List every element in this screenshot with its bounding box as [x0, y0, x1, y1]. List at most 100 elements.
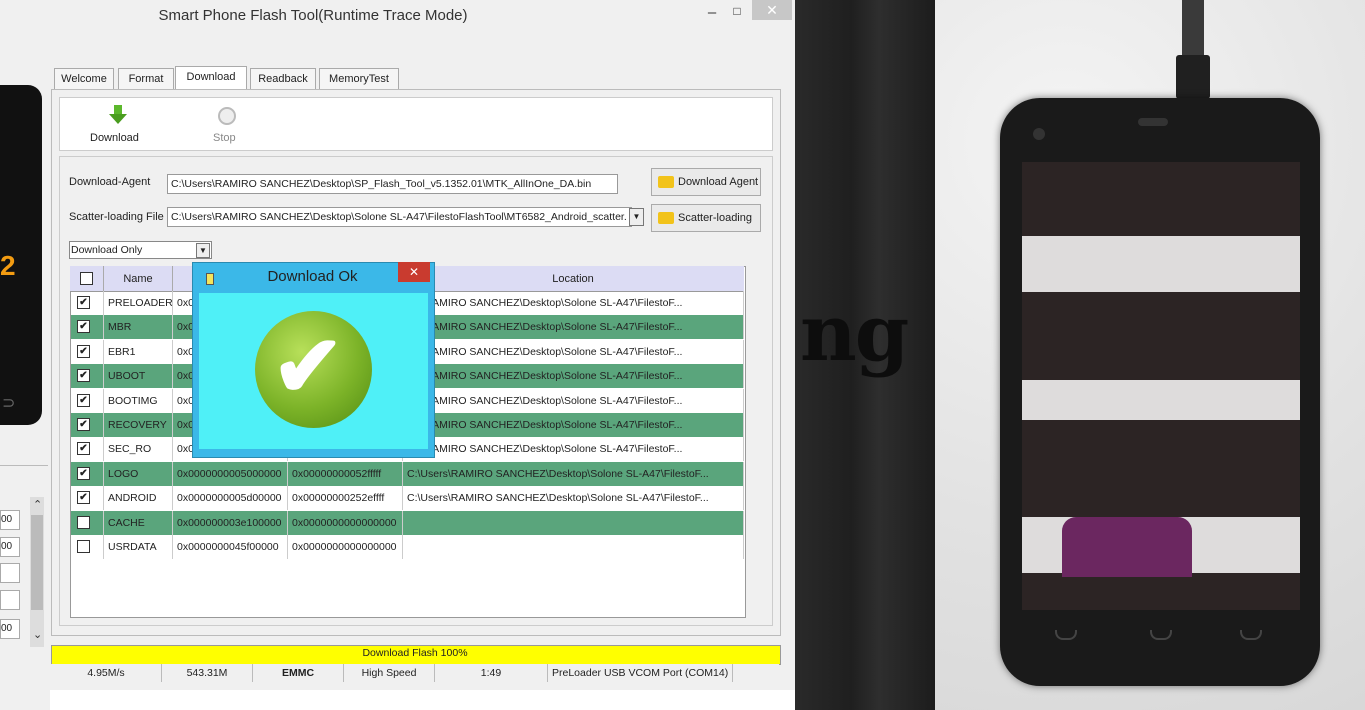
scatter-loading-button-label: Scatter-loading	[678, 212, 752, 224]
row-checkbox-cell[interactable]	[71, 510, 104, 535]
row-checkbox[interactable]: ✔	[77, 466, 90, 480]
status-size: 543.31M	[162, 664, 253, 682]
folder-icon	[658, 176, 674, 188]
tab-format[interactable]: Format	[118, 68, 174, 90]
row-checkbox[interactable]: ✔	[77, 369, 90, 383]
table-row[interactable]: USRDATA 0x0000000045f00000 0x0000000000000…	[71, 535, 744, 559]
phone-screen-digit: 2	[0, 250, 16, 281]
partition-name: CACHE	[104, 510, 173, 535]
partition-location	[403, 510, 744, 535]
download-arrow-icon[interactable]	[109, 105, 127, 125]
chevron-down-icon[interactable]: ▼	[196, 243, 210, 258]
scroll-up-icon[interactable]: ⌃	[33, 498, 42, 511]
phone-sensor	[1033, 128, 1045, 140]
partition-name: BOOTIMG	[104, 388, 173, 413]
stop-button[interactable]: Stop	[213, 132, 236, 144]
row-checkbox-cell[interactable]	[71, 535, 104, 559]
end-address: 0x0000000000000000	[288, 510, 403, 535]
end-address: 0x00000000252effff	[288, 486, 403, 511]
row-checkbox-cell[interactable]: ✔	[71, 315, 104, 340]
partition-location: ers\RAMIRO SANCHEZ\Desktop\Solone SL-A47…	[403, 437, 744, 462]
screen-stripe	[1022, 380, 1300, 420]
minimize-button[interactable]: –	[705, 4, 719, 21]
partition-name: USRDATA	[104, 535, 173, 559]
row-checkbox-cell[interactable]: ✔	[71, 291, 104, 315]
row-checkbox[interactable]: ✔	[77, 442, 90, 456]
row-checkbox-cell[interactable]: ✔	[71, 486, 104, 511]
cloth-print-text: ng	[800, 288, 909, 379]
end-address: 0x00000000052fffff	[288, 461, 403, 486]
row-checkbox-cell[interactable]: ✔	[71, 364, 104, 389]
title-bar: Smart Phone Flash Tool(Runtime Trace Mod…	[0, 0, 795, 32]
table-row[interactable]: CACHE 0x000000003e100000 0x000000000000000…	[71, 510, 744, 535]
partition-location: C:\Users\RAMIRO SANCHEZ\Desktop\Solone S…	[403, 461, 744, 486]
row-checkbox[interactable]: ✔	[77, 393, 90, 407]
download-mode-select[interactable]: Download Only ▼	[69, 241, 212, 259]
begin-address: 0x0000000005000000	[173, 461, 288, 486]
tab-memorytest[interactable]: MemoryTest	[319, 68, 399, 90]
partition-location: ers\RAMIRO SANCHEZ\Desktop\Solone SL-A47…	[403, 364, 744, 389]
begin-address: 0x0000000005d00000	[173, 486, 288, 511]
scroll-down-icon[interactable]: ⌄	[33, 628, 42, 641]
scatter-dropdown-arrow-icon[interactable]: ▼	[629, 208, 644, 226]
left-scrollbar-thumb[interactable]	[31, 515, 43, 610]
row-checkbox-cell[interactable]: ✔	[71, 461, 104, 486]
maximize-button[interactable]: □	[730, 4, 744, 18]
partition-location: ers\RAMIRO SANCHEZ\Desktop\Solone SL-A47…	[403, 413, 744, 437]
left-field[interactable]: 00	[0, 510, 20, 530]
table-row[interactable]: ✔ ANDROID 0x0000000005d00000 0x00000000252e…	[71, 486, 744, 511]
column-header-location: Location	[552, 273, 594, 285]
row-checkbox[interactable]: ✔	[77, 418, 90, 431]
close-button[interactable]: ✕	[752, 0, 792, 20]
status-usb-speed: High Speed	[344, 664, 435, 682]
window-title: Smart Phone Flash Tool(Runtime Trace Mod…	[158, 7, 468, 24]
select-all-checkbox[interactable]	[80, 272, 93, 285]
table-row[interactable]: ✔ LOGO 0x0000000005000000 0x00000000052ffff…	[71, 461, 744, 486]
download-button[interactable]: Download	[90, 132, 139, 144]
tab-readback[interactable]: Readback	[250, 68, 316, 90]
left-field[interactable]	[0, 563, 20, 583]
status-speed: 4.95M/s	[51, 664, 162, 682]
row-checkbox[interactable]	[77, 515, 90, 529]
end-address: 0x0000000000000000	[288, 535, 403, 559]
download-agent-path-field[interactable]: C:\Users\RAMIRO SANCHEZ\Desktop\SP_Flash…	[167, 174, 618, 194]
status-storage: EMMC	[253, 664, 344, 682]
checkmark-glyph: ✔	[272, 319, 345, 415]
menu-bar	[0, 32, 795, 54]
partition-name: MBR	[104, 315, 173, 340]
dialog-title: Download Ok	[267, 268, 358, 285]
dialog-close-button[interactable]: ✕	[398, 262, 430, 282]
partition-location: ers\RAMIRO SANCHEZ\Desktop\Solone SL-A47…	[403, 315, 744, 340]
stop-icon[interactable]	[218, 107, 236, 125]
usb-plug	[1176, 55, 1210, 99]
usb-cable	[1182, 0, 1204, 60]
row-checkbox[interactable]: ✔	[77, 320, 90, 334]
header-checkbox-cell[interactable]	[70, 266, 104, 291]
phone-back-icon: ⊃	[2, 395, 16, 412]
row-checkbox-cell[interactable]: ✔	[71, 339, 104, 364]
partition-name: LOGO	[104, 461, 173, 486]
left-field[interactable]	[0, 590, 20, 610]
row-checkbox-cell[interactable]: ✔	[71, 388, 104, 413]
left-field[interactable]: 00	[0, 619, 20, 639]
row-checkbox-cell[interactable]: ✔	[71, 437, 104, 462]
status-bar: 4.95M/s 543.31M EMMC High Speed 1:49 Pre…	[51, 664, 779, 682]
begin-address: 0x000000003e100000	[173, 510, 288, 535]
left-field[interactable]: 00	[0, 537, 20, 557]
scatter-loading-path-field[interactable]: C:\Users\RAMIRO SANCHEZ\Desktop\Solone S…	[167, 207, 632, 227]
row-checkbox[interactable]: ✔	[77, 491, 90, 505]
begin-address: 0x0000000045f00000	[173, 535, 288, 559]
row-checkbox[interactable]: ✔	[77, 344, 90, 358]
row-checkbox[interactable]	[77, 540, 90, 553]
scatter-loading-label: Scatter-loading File	[69, 211, 164, 223]
partition-name: EBR1	[104, 339, 173, 364]
tab-download[interactable]: Download	[175, 66, 247, 91]
download-agent-button-label: Download Agent	[678, 176, 759, 188]
partition-name: ANDROID	[104, 486, 173, 511]
download-agent-button[interactable]: Download Agent	[651, 168, 761, 196]
scatter-loading-button[interactable]: Scatter-loading	[651, 204, 761, 232]
row-checkbox[interactable]: ✔	[77, 296, 90, 309]
partition-name: RECOVERY	[104, 413, 173, 437]
row-checkbox-cell[interactable]: ✔	[71, 413, 104, 437]
tab-welcome[interactable]: Welcome	[54, 68, 114, 90]
